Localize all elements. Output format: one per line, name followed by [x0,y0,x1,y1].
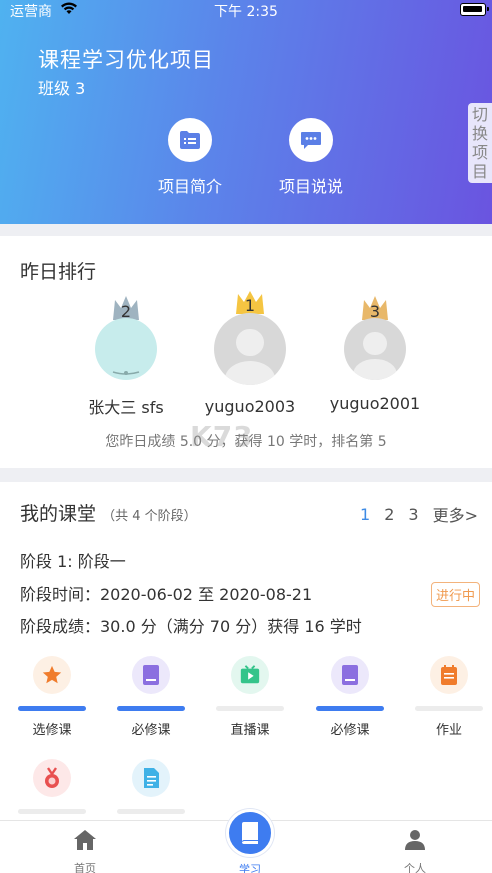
progress-bar [18,809,86,814]
course-label: 必修课 [330,723,370,738]
person-icon [405,830,425,850]
course-document[interactable] [116,759,186,822]
ranking-first[interactable]: 1 yuguo2003 [180,290,320,416]
status-badge: 进行中 [430,582,480,607]
chat-bubble-icon [289,118,333,162]
course-homework[interactable]: 作业 [414,656,484,738]
stage-tab-3[interactable]: 3 [408,505,418,524]
stage-tabs: 1 2 3 更多> [360,502,478,526]
stage-tab-1[interactable]: 1 [360,505,370,524]
notepad-icon [430,656,468,694]
avatar [214,313,286,385]
progress-bar [117,706,185,711]
ranking-second[interactable]: 2 张大三 sfs [56,294,196,418]
star-icon [33,656,71,694]
switch-project-button[interactable]: 切换项目 [468,103,492,183]
project-intro-button[interactable]: 项目简介 [130,118,250,197]
course-required-1[interactable]: 必修课 [116,656,186,738]
avatar [95,318,157,380]
book-icon [132,656,170,694]
battery-icon [460,3,489,16]
tab-home-label: 首页 [74,862,96,873]
project-intro-label: 项目简介 [157,177,222,196]
stage-tab-more[interactable]: 更多> [433,502,478,526]
book-icon [226,809,274,857]
ranking-title: 昨日排行 [20,261,97,283]
ranking-name: yuguo2003 [204,397,296,416]
course-label: 直播课 [230,723,270,738]
my-class-title-text: 我的课堂 [20,503,97,525]
progress-bar [18,706,86,711]
course-label: 必修课 [131,723,171,738]
my-class-title: 我的课堂 （共 4 个阶段） [20,499,197,526]
course-medal[interactable] [17,759,87,822]
ranking-name: yuguo2001 [329,394,421,413]
course-required-2[interactable]: 必修课 [315,656,385,738]
stage-score: 阶段成绩：30.0 分（满分 70 分）获得 16 学时 [20,617,362,636]
progress-bar [415,706,483,711]
stage-time: 阶段时间：2020-06-02 至 2020-08-21 [20,585,313,604]
bottom-tab-bar: 首页 学习 个人 [0,809,492,873]
progress-bar [117,809,185,814]
tab-profile[interactable]: 个人 [375,829,455,873]
tab-profile-label: 个人 [404,862,426,873]
progress-bar [216,706,284,711]
class-name: 班级 3 [38,79,86,98]
project-talk-button[interactable]: 项目说说 [251,118,371,197]
book-icon [331,656,369,694]
course-label: 作业 [435,723,462,738]
tab-home[interactable]: 首页 [45,829,125,873]
stage-name: 阶段 1: 阶段一 [20,552,126,571]
ranking-name: 张大三 sfs [88,398,164,417]
play-tv-icon [231,656,269,694]
clock: 下午 2:35 [214,4,278,20]
medal-icon [33,759,71,797]
stage-tab-2[interactable]: 2 [384,505,394,524]
project-title: 课程学习优化项目 [38,48,214,72]
progress-bar [316,706,384,711]
home-icon [74,830,96,850]
course-label: 选修课 [32,723,72,738]
project-header: 运营商 下午 2:35 课程学习优化项目 班级 3 切换项目 项目简介 项目说说 [0,0,492,224]
tab-study-label: 学习 [239,863,261,873]
ranking-third[interactable]: 3 yuguo2001 [305,294,445,413]
avatar [344,318,406,380]
course-elective[interactable]: 选修课 [17,656,87,738]
watermark: K73 [190,420,254,453]
course-live[interactable]: 直播课 [215,656,285,738]
status-bar: 运营商 下午 2:35 [0,0,492,20]
document-icon [132,759,170,797]
stage-count: （共 4 个阶段） [102,509,197,524]
tab-study[interactable]: 学习 [210,809,290,873]
project-talk-label: 项目说说 [278,177,343,196]
list-doc-icon [168,118,212,162]
